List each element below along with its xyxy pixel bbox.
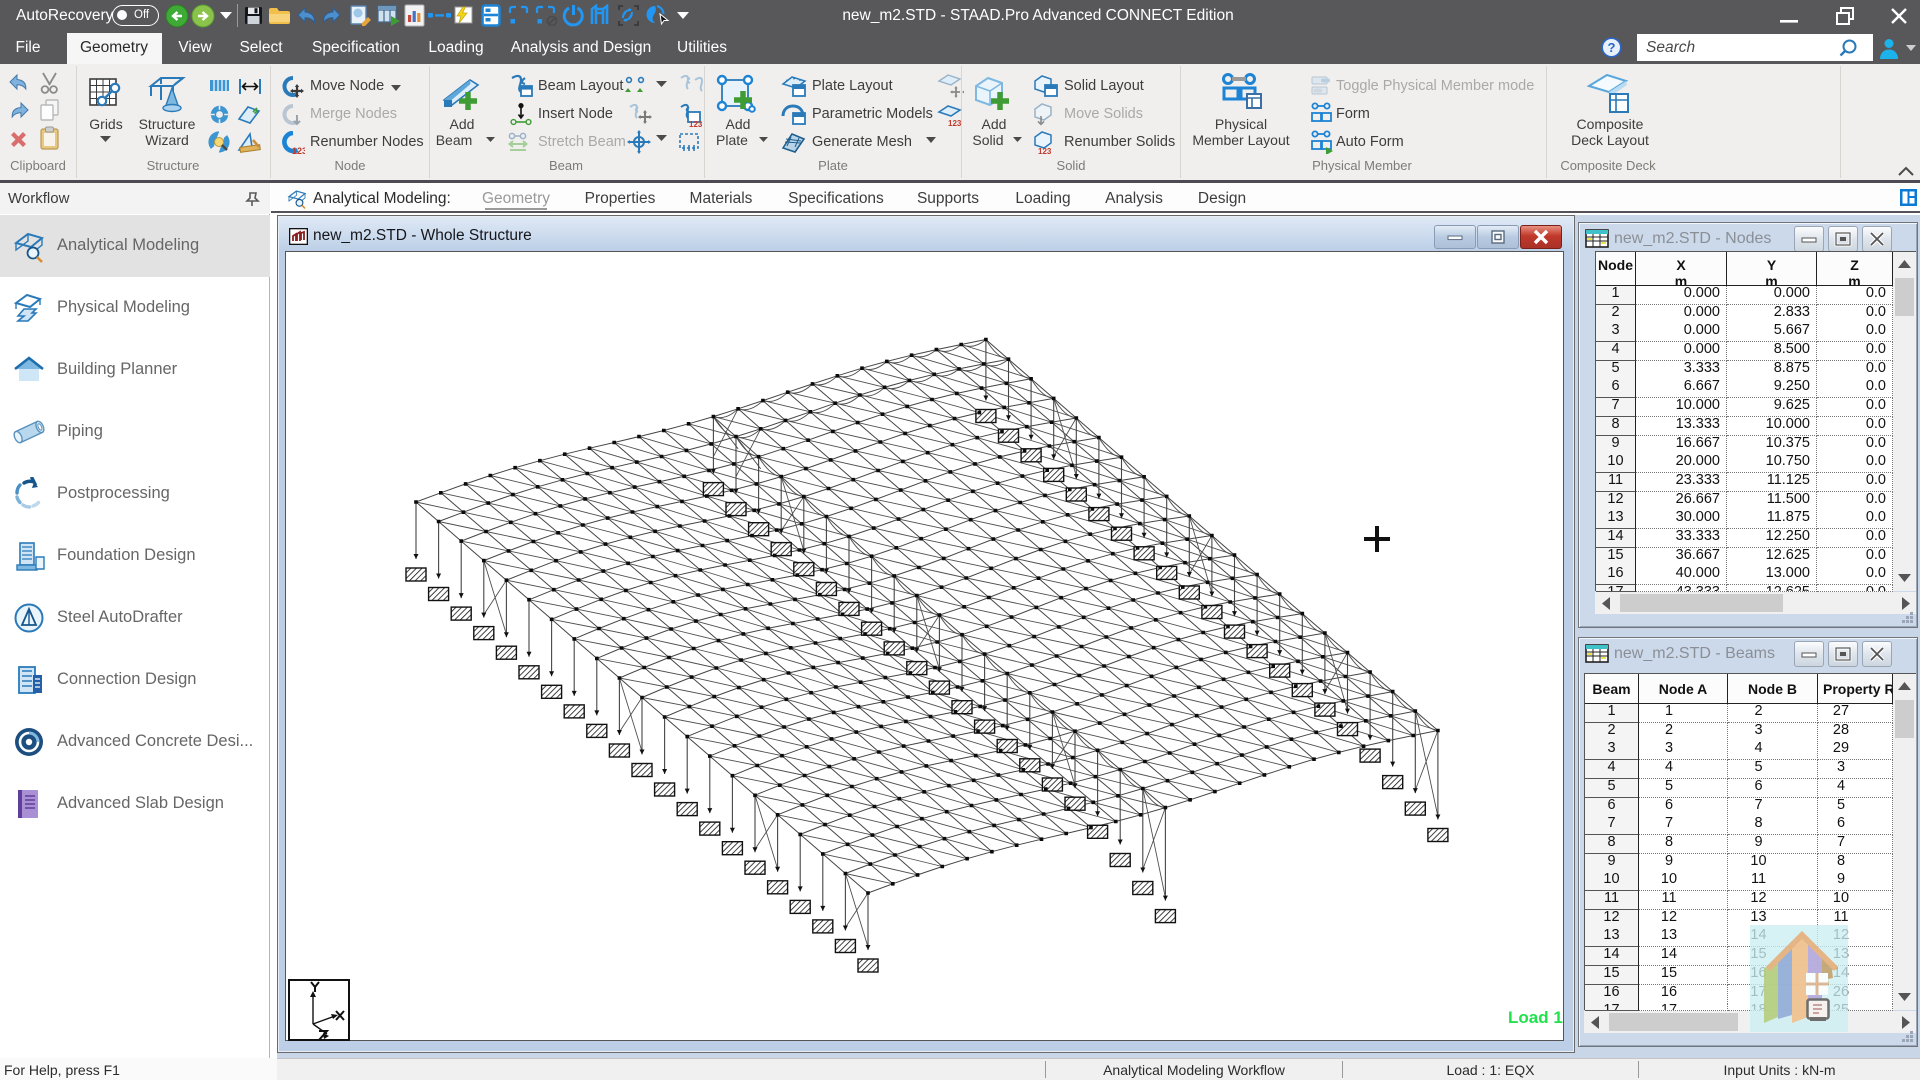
svg-text:123: 123 bbox=[292, 146, 305, 155]
svg-text:123: 123 bbox=[1038, 147, 1052, 154]
svg-text:?: ? bbox=[1608, 40, 1616, 55]
